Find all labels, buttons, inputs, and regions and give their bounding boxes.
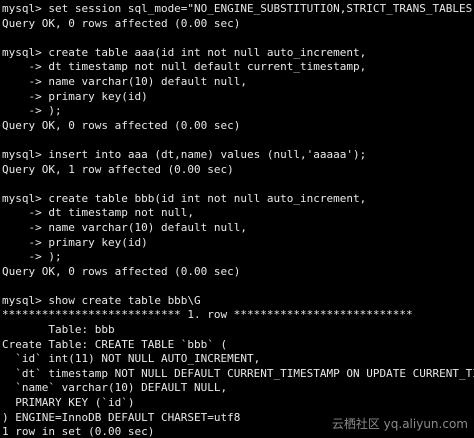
terminal-output: mysql> set session sql_mode="NO_ENGINE_S… — [2, 2, 474, 438]
terminal-line: `id` int(11) NOT NULL AUTO_INCREMENT, — [2, 352, 261, 366]
terminal-line: `dt` timestamp NOT NULL DEFAULT CURRENT_… — [15, 366, 474, 380]
terminal-line: Query OK, 0 rows affected (0.00 sec) — [2, 264, 241, 278]
terminal-line: mysql> create table aaa(id int not null … — [2, 45, 367, 59]
terminal-line: Query OK, 0 rows affected (0.00 sec) — [2, 16, 241, 30]
terminal-line: -> ); — [2, 104, 62, 118]
terminal-line: mysql> show create table bbb\G — [2, 293, 201, 307]
terminal-line: -> dt timestamp not null default current… — [2, 60, 367, 74]
watermark-text: 云栖社区 yq.aliyun.com — [331, 417, 468, 431]
terminal-line: PRIMARY KEY (`id`) — [2, 396, 135, 410]
terminal-line: Query OK, 1 row affected (0.00 sec) — [2, 162, 234, 176]
terminal-line: Table: bbb — [2, 323, 115, 337]
terminal-line: -> primary key(id) — [2, 89, 148, 103]
terminal-line: -> name varchar(10) default null, — [2, 220, 248, 234]
terminal-line: `name` varchar(10) DEFAULT NULL, — [2, 381, 228, 395]
terminal-line: -> ); — [2, 250, 62, 264]
terminal-line: mysql> set session sql_mode="NO_ENGINE_S… — [2, 2, 474, 15]
terminal-line: -> dt timestamp not null, — [2, 206, 195, 220]
terminal-line: mysql> insert into aaa (dt,name) values … — [2, 147, 367, 161]
terminal-line: *************************** 1. row *****… — [2, 308, 413, 322]
terminal-line: -> name varchar(10) default null, — [2, 74, 248, 88]
terminal-window[interactable]: mysql> set session sql_mode="NO_ENGINE_S… — [0, 0, 474, 438]
terminal-line: mysql> create table bbb(id int not null … — [2, 191, 367, 205]
terminal-line: -> primary key(id) — [2, 235, 148, 249]
terminal-line: Create Table: CREATE TABLE `bbb` ( — [2, 337, 228, 351]
terminal-line: Query OK, 0 rows affected (0.00 sec) — [2, 118, 241, 132]
